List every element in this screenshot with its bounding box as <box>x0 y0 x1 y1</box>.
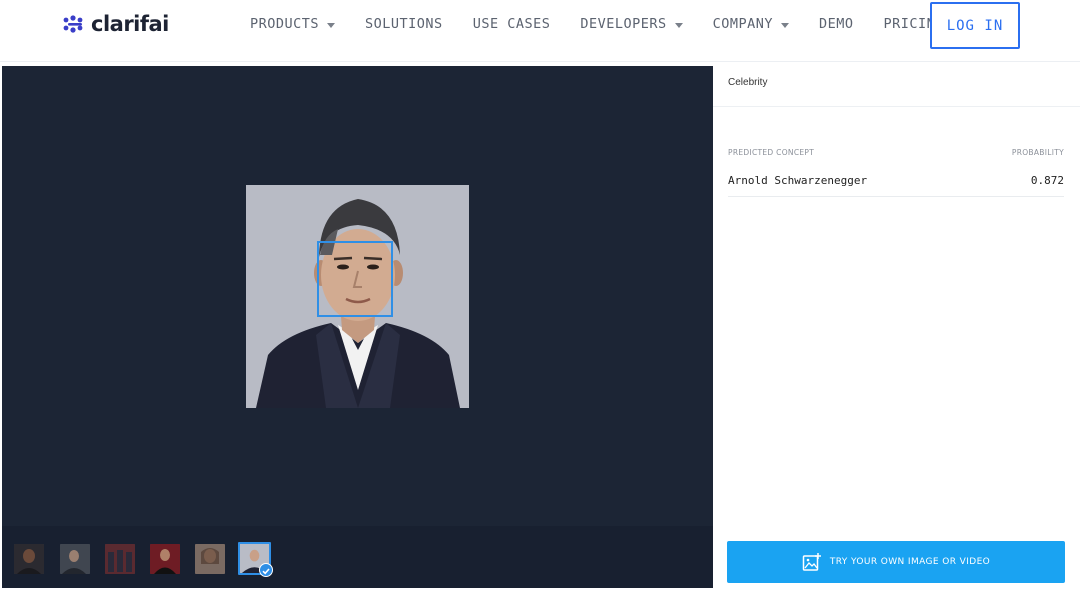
nav-demo[interactable]: DEMO <box>819 16 854 32</box>
nav-use-cases-label: USE CASES <box>472 16 551 32</box>
nav-solutions[interactable]: SOLUTIONS <box>365 16 443 32</box>
thumbnail-2[interactable] <box>60 544 90 574</box>
prediction-concept: Arnold Schwarzenegger <box>728 174 868 187</box>
try-own-image-label: TRY YOUR OWN IMAGE OR VIDEO <box>829 557 991 567</box>
thumbnail-strip <box>2 526 713 588</box>
probability-header: PROBABILITY <box>1011 148 1064 157</box>
clarifai-logo[interactable]: clarifai <box>62 12 169 36</box>
thumbnail-5[interactable] <box>195 544 225 574</box>
predicted-concept-header: PREDICTED CONCEPT <box>728 148 815 157</box>
thumbnail-3[interactable] <box>105 544 135 574</box>
model-name: Celebrity <box>728 77 768 88</box>
nav-company-label: COMPANY <box>712 16 774 32</box>
nav-products-label: PRODUCTS <box>250 16 320 32</box>
panel-divider <box>713 106 1080 107</box>
thumbnail-image <box>60 544 90 574</box>
nav-company[interactable]: COMPANY <box>712 16 790 32</box>
top-nav-bar: clarifai PRODUCTS SOLUTIONS USE CASES DE… <box>0 0 1080 62</box>
add-image-icon <box>802 553 821 571</box>
nav-developers-label: DEVELOPERS <box>580 16 667 32</box>
thumbnail-image <box>150 544 180 574</box>
image-viewer <box>2 66 713 588</box>
main-nav: PRODUCTS SOLUTIONS USE CASES DEVELOPERS … <box>250 0 944 48</box>
try-own-image-button[interactable]: TRY YOUR OWN IMAGE OR VIDEO <box>727 541 1065 583</box>
brand-name: clarifai <box>91 12 169 36</box>
thumbnail-image <box>195 544 225 574</box>
checkmark-icon <box>262 568 270 575</box>
nav-developers[interactable]: DEVELOPERS <box>580 16 683 32</box>
clarifai-logo-icon <box>63 15 83 33</box>
chevron-down-icon <box>674 22 683 28</box>
prediction-probability: 0.872 <box>1030 174 1064 187</box>
chevron-down-icon <box>781 22 790 28</box>
results-panel: Celebrity PREDICTED CONCEPT PROBABILITY … <box>713 66 1080 590</box>
selected-check-icon <box>259 563 273 577</box>
thumbnail-1[interactable] <box>14 544 44 574</box>
nav-demo-label: DEMO <box>819 16 854 32</box>
nav-solutions-label: SOLUTIONS <box>365 16 443 32</box>
chevron-down-icon <box>327 22 336 28</box>
login-button[interactable]: LOG IN <box>930 2 1020 49</box>
nav-products[interactable]: PRODUCTS <box>250 16 336 32</box>
prediction-row: Arnold Schwarzenegger 0.872 <box>728 170 1064 197</box>
thumbnail-4[interactable] <box>150 544 180 574</box>
face-detection-box[interactable] <box>317 241 393 317</box>
thumbnail-image <box>14 544 44 574</box>
thumbnail-image <box>105 544 135 574</box>
nav-use-cases[interactable]: USE CASES <box>473 16 551 32</box>
